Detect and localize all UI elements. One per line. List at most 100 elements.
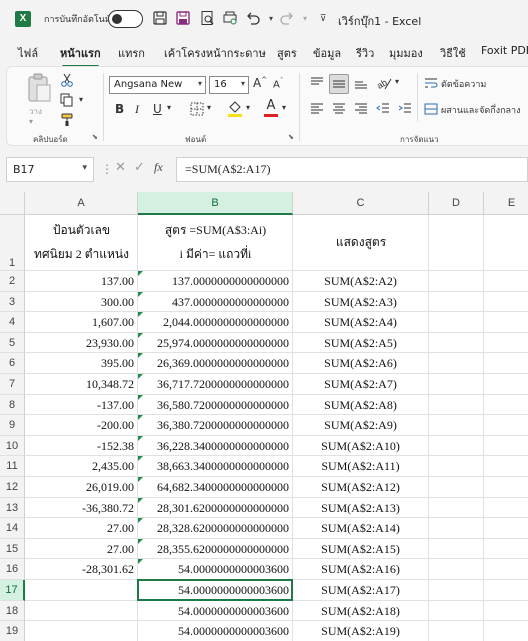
borders-dropdown-icon[interactable]: ▾ — [207, 103, 211, 112]
tab-insert[interactable]: แทรก — [118, 44, 145, 62]
row-header[interactable]: 11 — [0, 456, 25, 477]
underline-dropdown-icon[interactable]: ▾ — [167, 103, 171, 112]
merge-center-icon[interactable] — [423, 102, 439, 118]
more-options-icon[interactable]: ⋮ — [101, 162, 113, 176]
cell-a12[interactable]: 26,019.00 — [25, 477, 138, 498]
cell-a14[interactable]: 27.00 — [25, 518, 138, 539]
column-header-e[interactable]: E — [484, 192, 528, 215]
row-header[interactable]: 12 — [0, 477, 25, 498]
cell-d14[interactable] — [429, 518, 484, 539]
cell-b4[interactable]: 2,044.0000000000000000 — [138, 312, 293, 333]
clipboard-launcher-icon[interactable]: ⬊ — [92, 133, 98, 141]
redo-icon[interactable] — [278, 10, 296, 28]
cell-b9[interactable]: 36,380.7200000000000000 — [138, 415, 293, 436]
align-top-icon[interactable] — [309, 76, 325, 92]
increase-font-size-button[interactable]: A^ — [253, 76, 267, 90]
format-painter-icon[interactable] — [59, 113, 75, 129]
cell-c19[interactable]: SUM(A$2:A19) — [293, 621, 429, 641]
cell-c12[interactable]: SUM(A$2:A12) — [293, 477, 429, 498]
cell-e11[interactable] — [484, 456, 528, 477]
cell-b6[interactable]: 26,369.0000000000000000 — [138, 353, 293, 374]
cell-b13[interactable]: 28,301.6200000000000000 — [138, 497, 293, 519]
cell-d19[interactable] — [429, 621, 484, 641]
row-header[interactable]: 1 — [0, 215, 25, 271]
cell-a3[interactable]: 300.00 — [25, 291, 138, 313]
cell-c15[interactable]: SUM(A$2:A15) — [293, 538, 429, 560]
cell-e3[interactable] — [484, 292, 528, 313]
cell-a7[interactable]: 10,348.72 — [25, 374, 138, 395]
cell-c8[interactable]: SUM(A$2:A8) — [293, 394, 429, 416]
undo-icon[interactable] — [244, 10, 262, 28]
autosave-toggle[interactable] — [108, 10, 143, 28]
cell-a4[interactable]: 1,607.00 — [25, 312, 138, 333]
cell-a18[interactable] — [25, 600, 138, 622]
cell-b14[interactable]: 28,328.6200000000000000 — [138, 518, 293, 539]
save-as-icon[interactable] — [174, 10, 192, 28]
tab-page-layout[interactable]: เค้าโครงหน้ากระดาษ — [164, 44, 266, 62]
enter-icon[interactable]: ✓ — [134, 160, 145, 175]
cell-c2[interactable]: SUM(A$2:A2) — [293, 271, 429, 292]
fill-color-dropdown-icon[interactable]: ▾ — [246, 103, 250, 112]
row-header[interactable]: 13 — [0, 497, 25, 519]
cell-d16[interactable] — [429, 559, 484, 580]
cell-e18[interactable] — [484, 601, 528, 622]
cell-e13[interactable] — [484, 498, 528, 519]
cell-d6[interactable] — [429, 353, 484, 374]
font-color-dropdown-icon[interactable]: ▾ — [282, 103, 286, 112]
cell-d4[interactable] — [429, 312, 484, 333]
cell-b2[interactable]: 137.0000000000000000 — [138, 271, 293, 292]
cell-c3[interactable]: SUM(A$2:A3) — [293, 291, 429, 313]
cell-c11[interactable]: SUM(A$2:A11) — [293, 456, 429, 477]
cell-e10[interactable] — [484, 436, 528, 457]
column-header-b[interactable]: B — [138, 192, 293, 215]
cell-c17[interactable]: SUM(A$2:A17) — [293, 580, 429, 601]
cell-a6[interactable]: 395.00 — [25, 353, 138, 374]
cell-d7[interactable] — [429, 374, 484, 395]
cell-e4[interactable] — [484, 312, 528, 333]
increase-indent-icon[interactable] — [397, 102, 413, 118]
align-bottom-icon[interactable] — [353, 76, 369, 92]
cell-c18[interactable]: SUM(A$2:A18) — [293, 600, 429, 622]
cell-d15[interactable] — [429, 538, 484, 560]
cell-b7[interactable]: 36,717.7200000000000000 — [138, 374, 293, 395]
cell-e2[interactable] — [484, 271, 528, 292]
cell-e16[interactable] — [484, 559, 528, 580]
cut-icon[interactable] — [59, 73, 75, 89]
row-header[interactable]: 3 — [0, 291, 25, 313]
tab-data[interactable]: ข้อมูล — [313, 44, 341, 62]
cell-b16[interactable]: 54.0000000000003600 — [138, 559, 293, 580]
name-box[interactable]: B17 ▾ — [6, 157, 94, 182]
row-header[interactable]: 8 — [0, 394, 25, 416]
font-size-combo[interactable]: 16 ▾ — [209, 76, 249, 94]
cell-e9[interactable] — [484, 415, 528, 436]
row-header[interactable]: 16 — [0, 559, 25, 580]
font-launcher-icon[interactable]: ⬊ — [288, 133, 294, 141]
cell-e17[interactable] — [484, 580, 528, 601]
paste-dropdown-icon[interactable]: ▾ — [29, 117, 33, 126]
tab-view[interactable]: มุมมอง — [389, 44, 423, 62]
tab-file[interactable]: ไฟล์ — [18, 44, 38, 62]
cell-d9[interactable] — [429, 415, 484, 436]
copy-dropdown-icon[interactable]: ▾ — [79, 95, 83, 104]
row-header[interactable]: 14 — [0, 518, 25, 539]
redo-dropdown-icon[interactable]: ▾ — [296, 10, 314, 28]
cell-c14[interactable]: SUM(A$2:A14) — [293, 518, 429, 539]
cell-a9[interactable]: -200.00 — [25, 415, 138, 436]
save-icon[interactable] — [151, 10, 169, 28]
cell-a15[interactable]: 27.00 — [25, 538, 138, 560]
cell-b10[interactable]: 36,228.3400000000000000 — [138, 435, 293, 457]
cell-c4[interactable]: SUM(A$2:A4) — [293, 312, 429, 333]
select-all-button[interactable] — [0, 192, 25, 215]
cell-e12[interactable] — [484, 477, 528, 498]
bold-button[interactable]: B — [115, 102, 124, 116]
more-commands-icon[interactable]: ⊽ — [314, 10, 332, 28]
wrap-text-icon[interactable] — [423, 76, 439, 92]
cell-d8[interactable] — [429, 394, 484, 416]
cell-d3[interactable] — [429, 291, 484, 313]
row-header[interactable]: 4 — [0, 312, 25, 333]
cell-c5[interactable]: SUM(A$2:A5) — [293, 332, 429, 354]
row-header[interactable]: 17 — [0, 580, 25, 601]
orientation-icon[interactable]: ab — [375, 75, 393, 93]
tab-foxit-pdf[interactable]: Foxit PDF — [481, 44, 528, 57]
cell-d17[interactable] — [429, 580, 484, 601]
